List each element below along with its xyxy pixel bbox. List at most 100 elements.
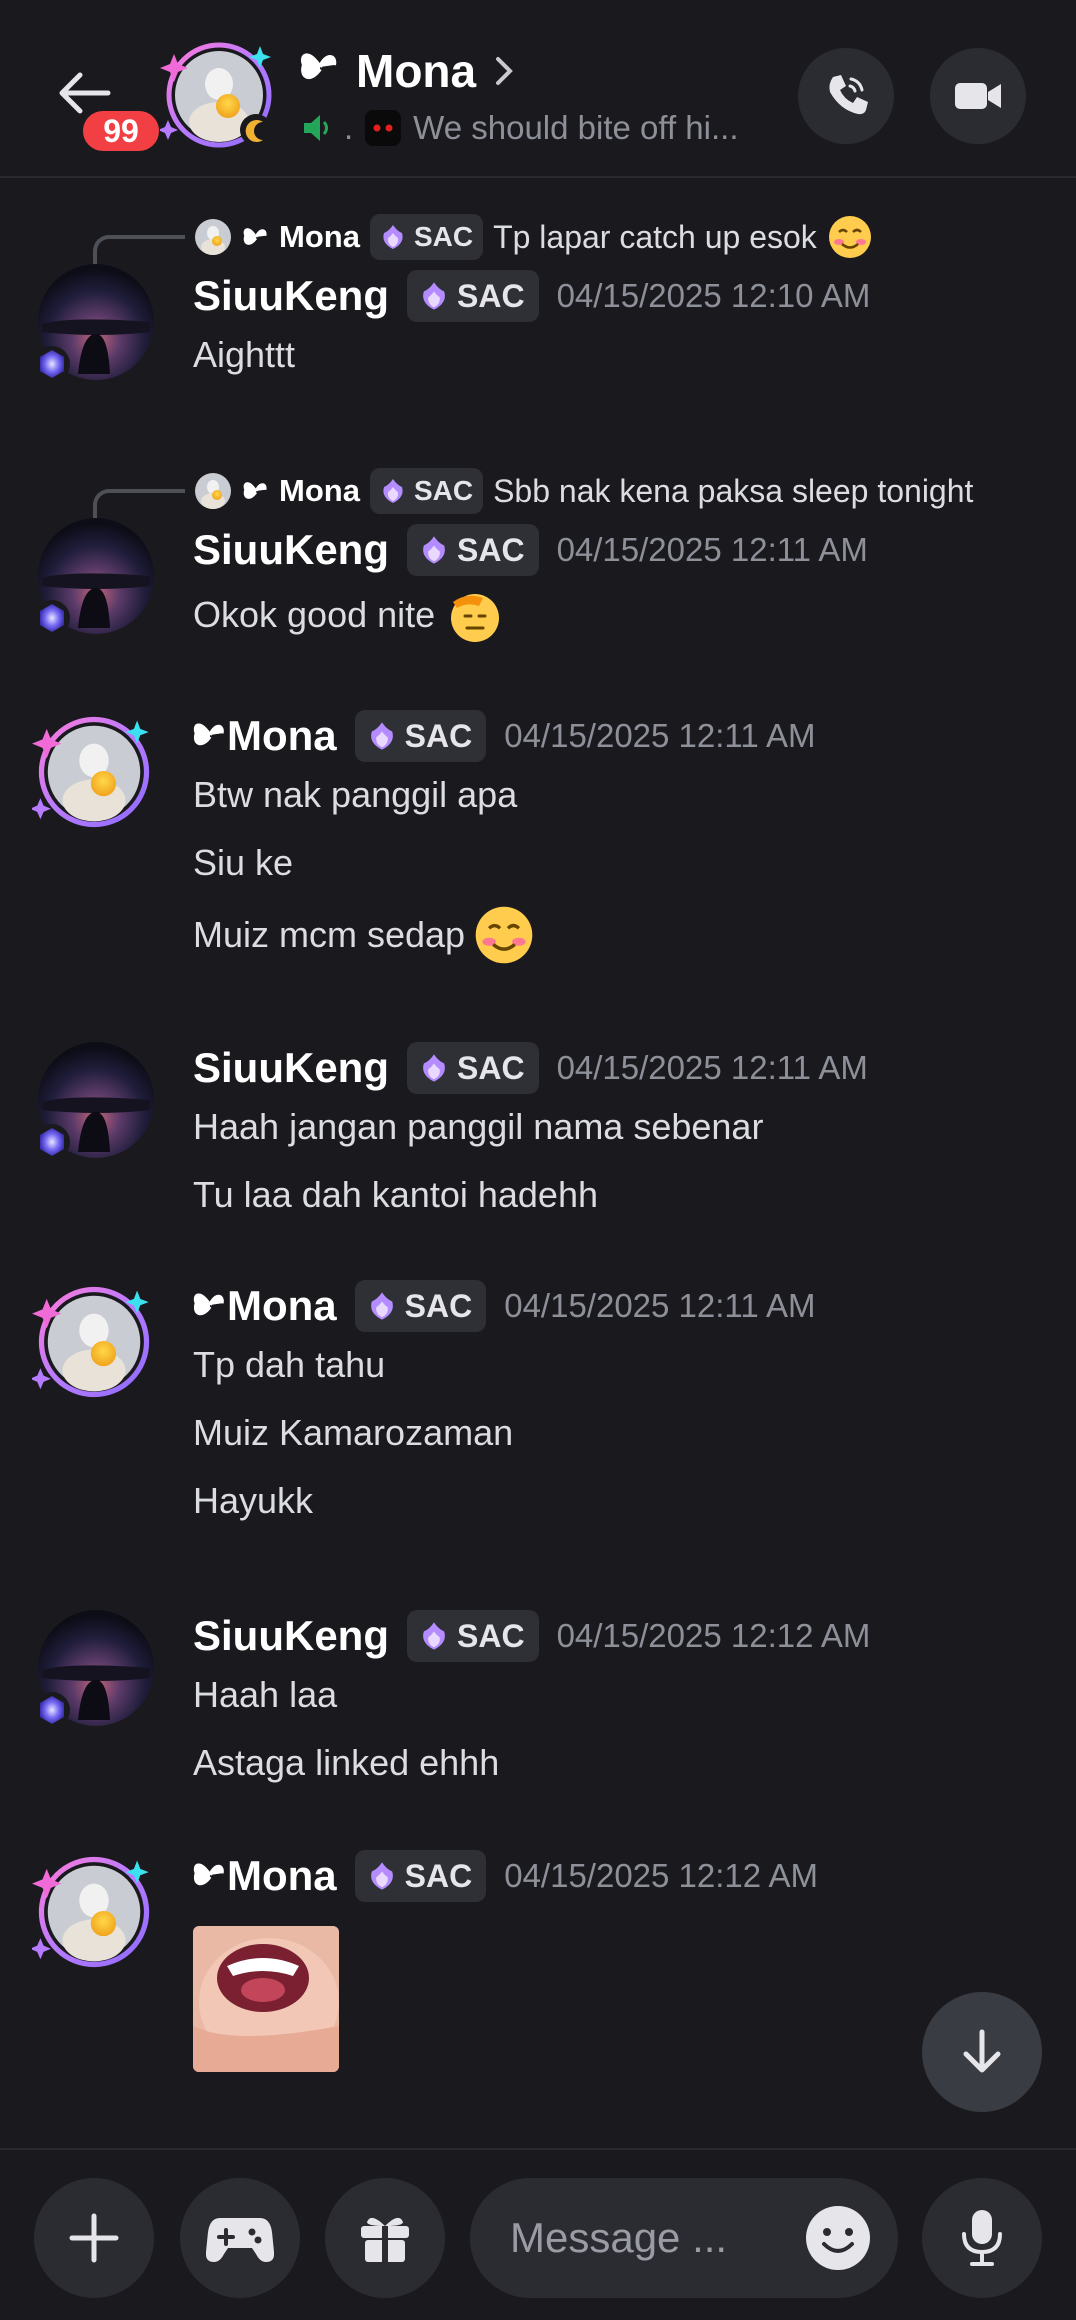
reply-text: Tp lapar catch up esok [493,218,817,255]
guild-tag-label: SAC [457,277,525,314]
arrow-down-icon [963,2029,1001,2073]
butterfly-icon [243,482,267,499]
guild-tag: SAC [354,710,487,762]
activities-button[interactable] [180,2178,300,2298]
author-name: Mona [227,1852,337,1899]
speaker-icon [304,115,328,141]
guild-tag-label: SAC [413,221,474,252]
flame-badge-icon [423,1054,445,1082]
flame-badge-icon [423,1622,445,1650]
reply-author: Mona [279,219,360,254]
message-header: Mona SAC 04/15/2025 12:11 AM [193,1280,816,1332]
message-text: Haah laa [193,1674,338,1715]
guild-tag: SAC [407,270,539,322]
saluting-face-emoji [443,584,505,646]
message-author[interactable]: Mona [193,1282,337,1330]
message-timestamp: 04/15/2025 12:11 AM [504,1287,816,1324]
flame-badge-icon [370,1862,393,1890]
status-text: We should bite off hi... [413,109,739,146]
guild-tag-label: SAC [404,1857,473,1894]
gift-button[interactable] [325,2178,445,2298]
laughing-child-image[interactable] [193,1926,339,2072]
gift-icon [361,2217,409,2262]
video-camera-icon [955,83,1001,109]
call-button[interactable] [798,48,894,144]
chevron-right-icon [496,57,513,85]
status-avatar [365,110,402,146]
butterfly-icon [193,723,224,746]
status-dot: . [344,109,354,146]
butterfly-icon [193,1863,224,1886]
flame-badge-icon [383,479,403,503]
video-call-button[interactable] [930,48,1026,144]
message-text: Aighttt [193,334,296,375]
message-text: Tp dah tahu [193,1344,386,1385]
message-header: Mona SAC 04/15/2025 12:11 AM [193,710,816,762]
message-text: Haah jangan panggil nama sebenar [193,1106,764,1147]
message-text: Okok good nite [193,594,436,635]
message-author[interactable]: Mona [193,1852,337,1900]
message-timestamp: 04/15/2025 12:11 AM [504,717,816,754]
flame-badge-icon [370,1292,393,1320]
message-text: Astaga linked ehhh [193,1742,500,1783]
message-header: SiuuKeng SAC 04/15/2025 12:12 AM [193,1610,870,1662]
message-text: Tu laa dah kantoi hadehh [193,1174,598,1215]
smiley-icon [806,2206,870,2270]
guild-tag: SAC [407,1610,539,1662]
voice-message-button[interactable] [922,2178,1042,2298]
message-author[interactable]: Mona [193,712,337,760]
guild-tag: SAC [407,524,539,576]
unread-count-badge: 99 [78,106,164,156]
message-input-placeholder: Message ... [510,2214,728,2261]
emoji-button[interactable] [804,2204,872,2272]
guild-tag: SAC [354,1850,487,1902]
user-avatar[interactable] [32,264,156,388]
user-avatar[interactable] [29,1280,156,1404]
guild-tag-label: SAC [457,1049,525,1086]
message-timestamp: 04/15/2025 12:10 AM [556,277,871,314]
message-timestamp: 04/15/2025 12:11 AM [556,1049,868,1086]
guild-tag-label: SAC [404,717,473,754]
guild-tag: SAC [354,1280,487,1332]
author-name: Mona [227,1282,337,1329]
jump-to-latest-button[interactable] [922,1992,1042,2112]
phone-icon [829,75,868,115]
guild-tag-label: SAC [413,475,474,506]
guild-tag-label: SAC [457,531,525,568]
reply-preview[interactable]: Mona SAC Sbb nak kena paksa sleep tonigh… [193,468,973,514]
message-header: SiuuKeng SAC 04/15/2025 12:11 AM [193,524,868,576]
guild-tag-label: SAC [404,1287,473,1324]
flame-badge-icon [423,282,445,310]
message-header: SiuuKeng SAC 04/15/2025 12:10 AM [193,270,870,322]
author-name: Mona [227,712,337,759]
reply-preview[interactable]: Mona SAC Tp lapar catch up esok [193,214,873,260]
user-avatar[interactable] [29,1850,156,1974]
guild-tag-label: SAC [457,1617,525,1654]
message-author[interactable]: SiuuKeng [193,1044,389,1092]
message-input[interactable]: Message ... [470,2178,898,2298]
message-text: Hayukk [193,1480,314,1521]
message-text-row: Okok good nite [193,584,505,646]
user-avatar[interactable] [32,1042,156,1166]
user-avatar[interactable] [32,1610,156,1734]
butterfly-icon [193,1293,224,1316]
guild-tag: SAC [407,1042,539,1094]
message-text: Btw nak panggil apa [193,774,518,815]
microphone-icon [962,2210,1002,2266]
add-attachment-button[interactable] [34,2178,154,2298]
message-list[interactable]: Mona SAC Tp lapar catch up esok SiuuKeng… [0,180,1076,2148]
channel-avatar[interactable] [158,36,278,154]
butterfly-icon [300,44,340,98]
message-timestamp: 04/15/2025 12:12 AM [556,1617,871,1654]
user-avatar[interactable] [29,710,156,834]
flame-badge-icon [383,225,403,249]
message-author[interactable]: SiuuKeng [193,526,389,574]
message-author[interactable]: SiuuKeng [193,272,389,320]
channel-title[interactable]: Mona [300,44,516,98]
gamepad-icon [206,2218,274,2262]
reply-text: Sbb nak kena paksa sleep tonight [493,472,974,509]
user-avatar[interactable] [32,518,156,642]
message-author[interactable]: SiuuKeng [193,1612,389,1660]
message-header: Mona SAC 04/15/2025 12:12 AM [193,1850,818,1902]
guild-tag: SAC [369,468,484,514]
